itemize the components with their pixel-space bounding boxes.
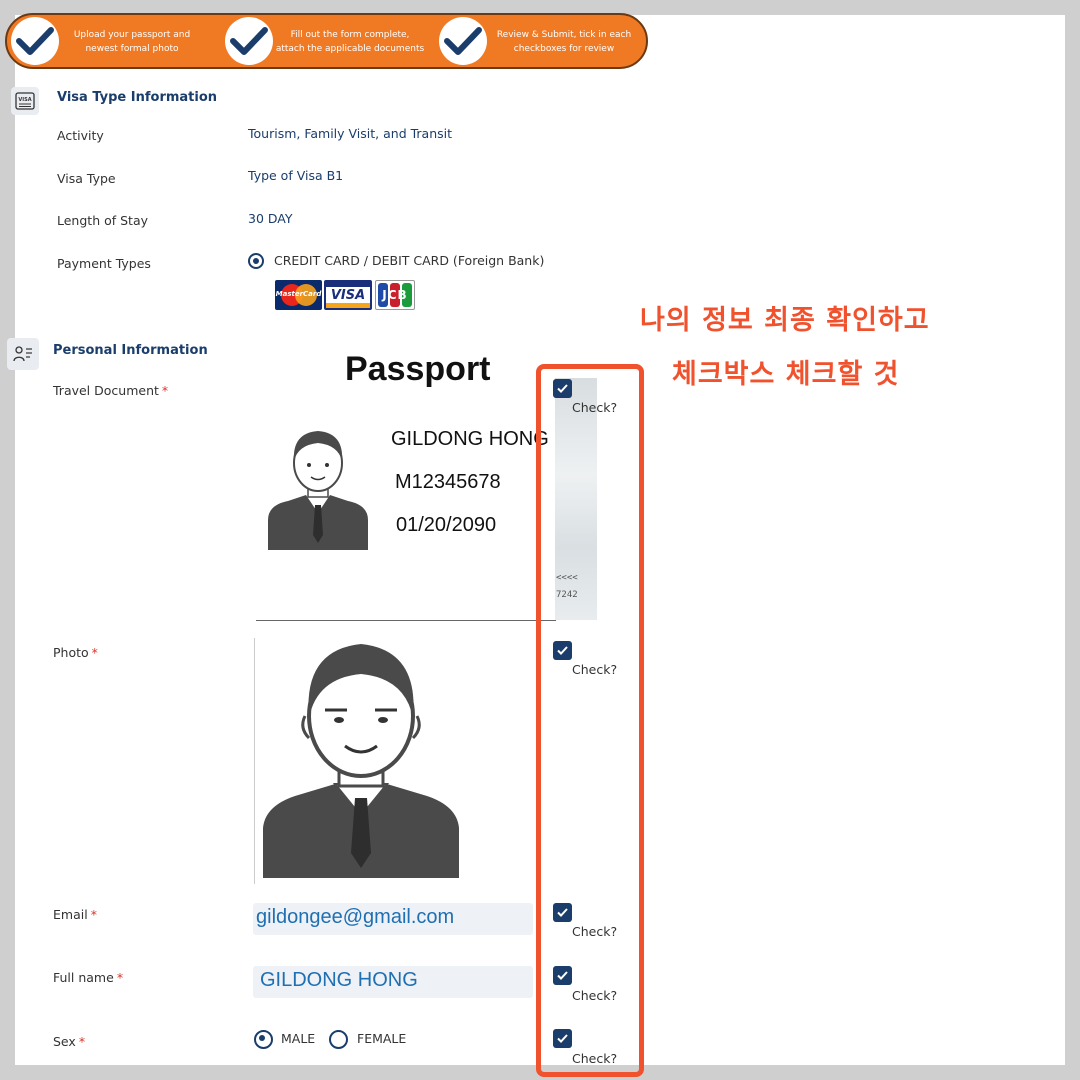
step-3-text: Review & Submit, tick in each checkboxes… — [496, 30, 632, 54]
length-of-stay-value: 30 DAY — [248, 211, 293, 226]
passport-divider — [256, 620, 556, 621]
visa-icon: VISA — [11, 87, 39, 115]
visa-section-title: Visa Type Information — [57, 90, 218, 105]
email-label: Email * — [53, 907, 97, 922]
full-name-value: GILDONG HONG — [260, 969, 418, 991]
length-of-stay-label: Length of Stay — [57, 213, 149, 228]
passport-title: Passport — [345, 350, 491, 388]
step-1-text: Upload your passport and newest formal p… — [73, 30, 191, 54]
visa-type-value: Type of Visa B1 — [248, 168, 344, 183]
profile-photo — [254, 638, 467, 884]
visa-type-label: Visa Type — [57, 171, 116, 186]
travel-document-label: Travel Document * — [53, 383, 169, 398]
mastercard-text: MasterCard — [275, 290, 322, 298]
annotation-line-1: 나의 정보 최종 확인하고 — [640, 305, 930, 336]
mastercard-logo: MasterCard — [275, 280, 322, 310]
passport-number: M12345678 — [395, 471, 501, 493]
sex-radio-female[interactable] — [329, 1030, 348, 1049]
payment-types-label: Payment Types — [57, 256, 151, 271]
full-name-label: Full name * — [53, 970, 124, 985]
payment-type-value: CREDIT CARD / DEBIT CARD (Foreign Bank) — [274, 253, 545, 268]
photo-label: Photo * — [53, 645, 98, 660]
passport-date: 01/20/2090 — [396, 514, 497, 536]
person-list-icon — [7, 338, 39, 370]
visa-card-logo: VISA — [324, 280, 372, 310]
check-circle-icon — [439, 17, 487, 65]
payment-radio-credit-card[interactable] — [248, 253, 264, 269]
passport-avatar-icon — [268, 425, 368, 554]
sex-label: Sex * — [53, 1034, 86, 1049]
sex-option-male: MALE — [281, 1031, 316, 1046]
activity-value: Tourism, Family Visit, and Transit — [248, 126, 453, 141]
passport-name: GILDONG HONG — [391, 428, 549, 450]
personal-section-title: Personal Information — [53, 343, 208, 358]
check-circle-icon — [225, 17, 273, 65]
annotation-line-2: 체크박스 체크할 것 — [672, 359, 900, 390]
jcb-logo: JCB — [375, 280, 415, 310]
checkbox-highlight-box — [536, 364, 644, 1077]
visa-icon-text: VISA — [18, 97, 31, 103]
sex-option-female: FEMALE — [357, 1031, 407, 1046]
email-value: gildongee@gmail.com — [256, 906, 455, 928]
visa-card-text: VISA — [330, 288, 366, 303]
step-2-text: Fill out the form complete, attach the a… — [275, 30, 425, 54]
jcb-text: JCB — [382, 288, 408, 302]
activity-label: Activity — [57, 128, 104, 143]
check-circle-icon — [11, 17, 59, 65]
person-avatar-icon — [263, 644, 459, 878]
steps-banner: Upload your passport and newest formal p… — [5, 13, 648, 69]
sex-radio-male[interactable] — [254, 1030, 273, 1049]
